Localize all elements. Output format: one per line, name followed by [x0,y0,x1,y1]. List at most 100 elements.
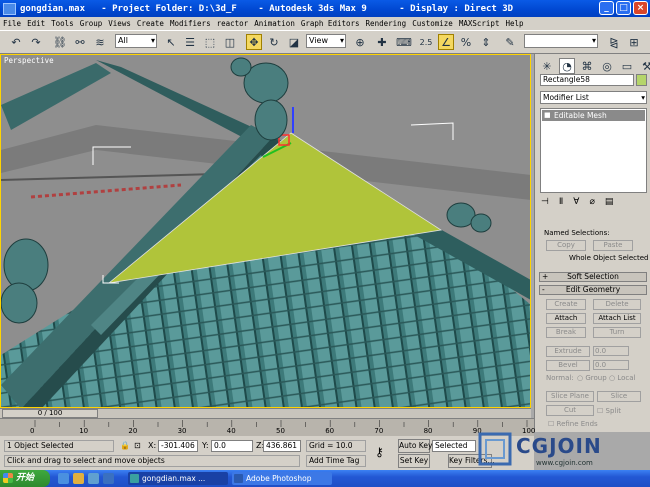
mirror-icon[interactable]: ⧎ [606,34,622,50]
minimize-button[interactable]: _ [599,1,614,15]
folder-quicklaunch-icon[interactable] [73,473,84,484]
undo-icon[interactable]: ↶ [8,34,24,50]
percent-snap-icon[interactable]: % [458,34,474,50]
configure-sets-icon[interactable]: ▤ [605,197,614,207]
keyboard-shortcut-icon[interactable]: ⌨ [396,34,412,50]
select-and-rotate-icon[interactable]: ↻ [266,34,282,50]
bevel-spinner[interactable]: 0.0 [593,360,629,370]
display-tab-icon[interactable]: ▭ [619,58,635,74]
stack-item-editable-mesh[interactable]: Editable Mesh [542,110,645,121]
menu-create[interactable]: Create [137,19,164,28]
redo-icon[interactable]: ↷ [28,34,44,50]
link-icon[interactable]: ⛓ [52,34,68,50]
refine-ends-checkbox[interactable]: ☐ Refine Ends [548,420,598,428]
normal-local-radio[interactable]: ○ Local [609,374,636,382]
y-coordinate-field[interactable]: 0.0 [211,440,253,452]
menu-rendering[interactable]: Rendering [366,19,407,28]
menu-reactor[interactable]: reactor [217,19,249,28]
pin-stack-icon[interactable]: ⊣ [541,197,549,207]
menu-file[interactable]: File [3,19,21,28]
select-manipulate-icon[interactable]: ✚ [374,34,390,50]
unlink-icon[interactable]: ⚯ [72,34,88,50]
modify-tab-icon[interactable]: ◔ [559,58,575,74]
attach-button[interactable]: Attach [546,313,586,324]
auto-key-button[interactable]: Auto Key [398,439,432,453]
edit-geometry-rollout[interactable]: - Edit Geometry [539,285,647,295]
menu-modifiers[interactable]: Modifiers [170,19,211,28]
object-name-field[interactable]: Rectangle58 [540,74,634,86]
task-photoshop[interactable]: Adobe Photoshop [232,472,332,485]
object-color-swatch[interactable] [636,74,647,86]
slice-button[interactable]: Slice [597,391,641,402]
modifier-stack: Editable Mesh [540,108,647,193]
create-button[interactable]: Create [546,299,586,310]
menu-tools[interactable]: Tools [51,19,74,28]
pivot-center-icon[interactable]: ⊕ [352,34,368,50]
create-tab-icon[interactable]: ✳ [539,58,555,74]
close-button[interactable]: × [633,1,648,15]
menu-customize[interactable]: Customize [412,19,453,28]
snaps-toggle-icon[interactable]: 2.5 [418,34,434,50]
normal-group-radio[interactable]: ○ Group [577,374,607,382]
angle-snap-icon[interactable]: ∠ [438,34,454,50]
perspective-viewport[interactable]: Perspective [0,54,531,408]
soft-selection-rollout[interactable]: + Soft Selection [539,272,647,282]
utilities-tab-icon[interactable]: ⚒ [639,58,650,74]
ie-quicklaunch-icon[interactable] [58,473,69,484]
desktop-quicklaunch-icon[interactable] [103,473,114,484]
align-icon[interactable]: ⊞ [626,34,642,50]
modifier-list-dropdown[interactable]: Modifier List [540,91,647,104]
split-checkbox[interactable]: ☐ Split [597,407,621,415]
lock-selection-icon[interactable]: 🔒 [120,440,130,452]
select-and-scale-icon[interactable]: ◪ [286,34,302,50]
window-crossing-icon[interactable]: ◫ [222,34,238,50]
named-selection-icon[interactable]: ✎ [502,34,518,50]
menu-views[interactable]: Views [108,19,131,28]
remove-modifier-icon[interactable]: ⌀ [589,197,594,207]
time-slider-thumb[interactable]: 0 / 100 [2,409,98,418]
viewport-label[interactable]: Perspective [4,56,54,65]
motion-tab-icon[interactable]: ◎ [599,58,615,74]
z-coordinate-field[interactable]: 436.861 [263,440,301,452]
start-button[interactable]: 开始 [0,470,50,487]
bevel-button[interactable]: Bevel [546,360,590,371]
time-slider[interactable]: 0 / 100 [0,408,531,418]
bind-space-warp-icon[interactable]: ≋ [92,34,108,50]
selection-filter-dropdown[interactable]: All [115,34,157,48]
menu-animation[interactable]: Animation [254,19,295,28]
track-bar[interactable]: 0 10 20 30 40 50 60 70 80 90 100 [0,418,535,436]
named-selection-sets-dropdown[interactable] [524,34,598,48]
select-by-name-icon[interactable]: ☰ [182,34,198,50]
menu-group[interactable]: Group [80,19,103,28]
extrude-button[interactable]: Extrude [546,346,590,357]
set-key-button[interactable]: Set Key [398,454,430,468]
extrude-spinner[interactable]: 0.0 [593,346,629,356]
hierarchy-tab-icon[interactable]: ⌘ [579,58,595,74]
reference-coordinate-dropdown[interactable]: View [306,34,346,48]
menu-help[interactable]: Help [505,19,523,28]
spinner-snap-icon[interactable]: ⇕ [478,34,494,50]
make-unique-icon[interactable]: ∀ [573,197,579,207]
selection-region-icon[interactable]: ⬚ [202,34,218,50]
menu-edit[interactable]: Edit [27,19,45,28]
attach-list-button[interactable]: Attach List [593,313,641,324]
break-button[interactable]: Break [546,327,586,338]
x-coordinate-field[interactable]: -301.406 [158,440,198,452]
delete-button[interactable]: Delete [593,299,641,310]
key-mode-dropdown[interactable]: Selected [432,440,476,452]
select-object-icon[interactable]: ↖ [163,34,179,50]
cut-button[interactable]: Cut [546,405,594,416]
slice-plane-button[interactable]: Slice Plane [546,391,594,402]
copy-button[interactable]: Copy [546,240,586,251]
show-end-result-icon[interactable]: Ⅱ [559,197,563,207]
add-time-tag-button[interactable]: Add Time Tag [306,455,366,467]
turn-button[interactable]: Turn [593,327,641,338]
paste-button[interactable]: Paste [593,240,633,251]
absolute-mode-icon[interactable]: ⊡ [134,440,141,452]
task-3dsmax[interactable]: gongdian.max ... [128,472,228,485]
menu-graph-editors[interactable]: Graph Editors [301,19,360,28]
media-quicklaunch-icon[interactable] [88,473,99,484]
menu-maxscript[interactable]: MAXScript [459,19,500,28]
maximize-button[interactable]: □ [616,1,631,15]
select-and-move-icon[interactable]: ✥ [246,34,262,50]
